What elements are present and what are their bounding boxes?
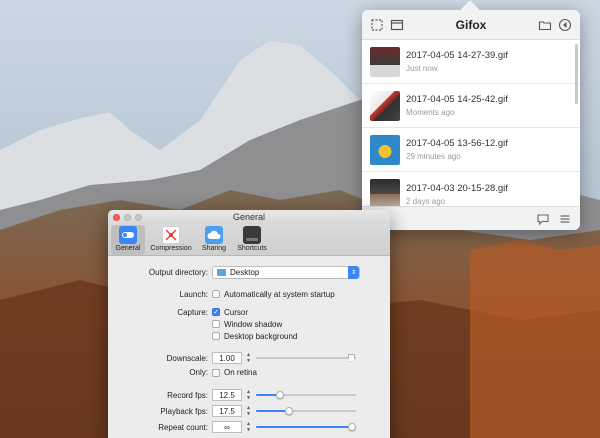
output-directory-popup[interactable]: Desktop ⇕ [212,265,360,279]
downscale-field[interactable]: 1.00 [212,352,242,364]
capture-option-label: Cursor [224,307,249,317]
slider-fill [256,426,356,428]
minimize-button[interactable] [124,213,131,221]
gif-timestamp: Just now [406,64,438,73]
tab-compression[interactable]: Compression [149,225,193,255]
output-directory-value: Desktop [230,267,260,277]
tab-label: Sharing [201,245,227,252]
list-scrollbar[interactable] [575,44,578,104]
capture-row: Desktop background [108,330,390,342]
gif-thumbnail [370,46,400,77]
launch-row: Launch: Automatically at system startup [108,286,390,302]
playback-fps-stepper[interactable]: ▲ ▼ [246,405,252,417]
tab-shortcuts[interactable]: Shortcuts [235,225,269,255]
capture-region-icon[interactable] [370,18,384,32]
playback-fps-label: Playback fps: [160,406,208,416]
capture-window-icon[interactable] [390,18,404,32]
only-label: Only: [189,368,208,377]
toggle-icon [119,226,137,244]
launch-option-label: Automatically at system startup [224,289,335,299]
chevron-updown-icon: ⇕ [348,265,359,279]
desktop-background-checkbox[interactable] [212,332,220,340]
gif-filename: 2017-04-03 20-15-28.gif [406,182,508,194]
gif-list-item[interactable]: 2017-04-05 13-56-12.gif 29 minutes ago [362,128,580,172]
output-directory-label: Output directory: [148,267,208,277]
playback-fps-row: Playback fps: 17.5 ▲ ▼ [108,403,390,419]
playback-fps-field[interactable]: 17.5 [212,405,242,417]
gif-filename: 2017-04-05 14-27-39.gif [406,50,508,61]
on-retina-checkbox[interactable] [212,368,220,377]
capture-label: Capture: [177,307,208,317]
gif-filename: 2017-04-05 14-25-42.gif [406,94,508,105]
slider-knob[interactable] [285,407,293,415]
popover-footer [362,206,580,230]
popover-header: Gifox [362,10,580,40]
gifox-popover: Gifox 2017-04-05 14-27-39.gif Just now 2… [362,10,580,230]
record-fps-slider[interactable] [256,389,356,401]
slider-fill [256,394,278,396]
slider-knob[interactable] [348,423,356,431]
tab-sharing[interactable]: Sharing [197,225,231,255]
back-circle-icon[interactable] [558,18,572,32]
menu-icon[interactable] [558,212,572,226]
repeat-count-stepper[interactable]: ▲ ▼ [246,421,252,433]
record-fps-row: Record fps: 12.5 ▲ ▼ [108,387,390,403]
tab-label: Shortcuts [237,245,267,252]
zoom-button[interactable] [135,213,142,221]
capture-row: Capture: ✓ Cursor [108,306,390,318]
cloud-icon [205,226,223,244]
feedback-icon[interactable] [536,212,550,226]
gif-timestamp: 2 days ago [406,196,446,206]
repeat-count-label: Repeat count: [158,422,208,432]
gif-thumbnail [370,179,400,209]
downscale-row: Downscale: 1.00 ▲ ▼ [108,350,390,366]
close-button[interactable] [113,213,120,221]
gif-list: 2017-04-05 14-27-39.gif Just now 2017-04… [362,40,580,216]
tab-label: General [115,245,141,252]
record-fps-label: Record fps: [167,390,208,400]
record-fps-field[interactable]: 12.5 [212,389,242,401]
gif-list-item[interactable]: 2017-04-05 14-27-39.gif Just now [362,40,580,84]
cursor-checkbox[interactable]: ✓ [212,308,220,316]
gif-filename: 2017-04-05 13-56-12.gif [406,138,508,149]
slider-knob[interactable] [276,391,284,399]
tab-label: Compression [150,245,192,252]
gif-timestamp: 29 minutes ago [406,152,461,161]
repeat-count-row: Repeat count: ∞ ▲ ▼ [108,419,390,435]
only-option-label: On retina [224,368,257,377]
slider-knob[interactable] [348,354,355,362]
gif-list-item[interactable]: 2017-04-05 14-25-42.gif Moments ago [362,84,580,128]
general-preferences-window: General General Compression Sharing Shor… [108,210,390,438]
prefs-toolbar: General Compression Sharing Shortcuts [108,224,390,256]
launch-label: Launch: [179,289,208,299]
downscale-stepper[interactable]: ▲ ▼ [246,352,252,364]
launch-at-startup-checkbox[interactable] [212,290,220,298]
window-titlebar[interactable]: General [108,210,390,224]
playback-fps-slider[interactable] [256,405,356,417]
capture-option-label: Desktop background [224,331,298,341]
gif-thumbnail [370,90,400,121]
keyboard-icon [243,226,261,244]
folder-icon[interactable] [538,18,552,32]
downscale-slider[interactable] [256,352,356,364]
folder-icon [217,268,226,276]
downscale-label: Downscale: [166,353,208,363]
window-title: General [232,212,266,222]
tab-general[interactable]: General [111,225,145,255]
gif-thumbnail [370,134,400,165]
capture-row: Window shadow [108,318,390,330]
only-row: Only: On retina [108,366,390,379]
output-directory-row: Output directory: Desktop ⇕ [108,262,390,282]
window-shadow-checkbox[interactable] [212,320,220,328]
capture-option-label: Window shadow [224,319,283,329]
prefs-content: Output directory: Desktop ⇕ Launch: Auto… [108,256,390,435]
gif-timestamp: Moments ago [406,108,455,117]
slider-fill [256,410,288,412]
compression-icon [162,226,180,244]
repeat-count-slider[interactable] [256,421,356,433]
repeat-count-field[interactable]: ∞ [212,421,242,433]
record-fps-stepper[interactable]: ▲ ▼ [246,389,252,401]
